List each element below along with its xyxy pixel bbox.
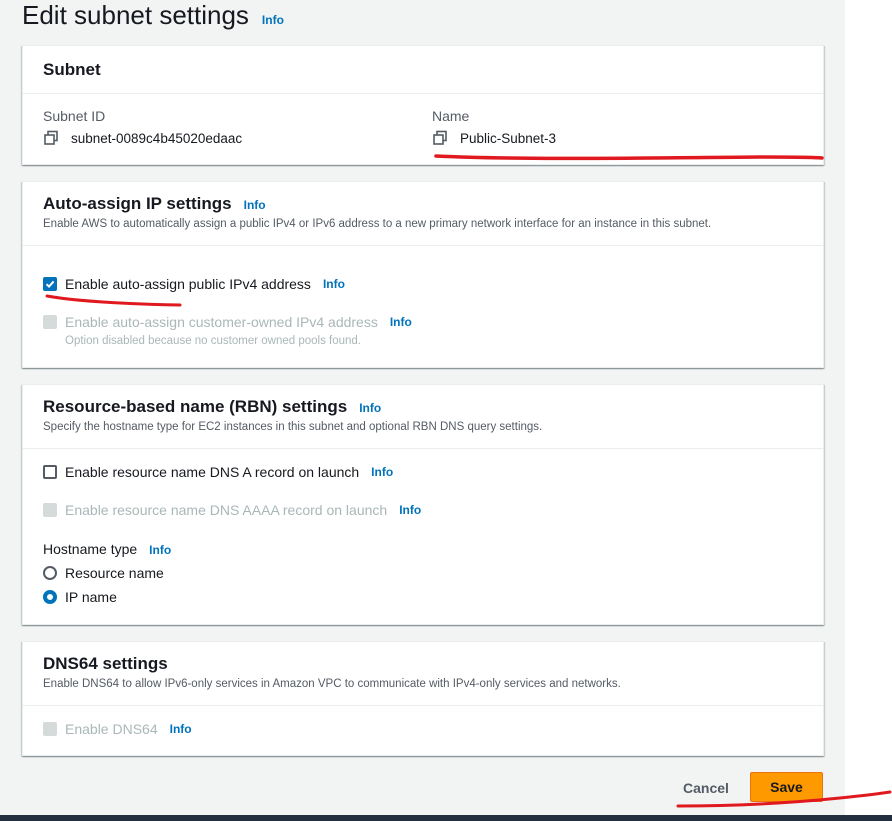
rbn-panel: Resource-based name (RBN) settings Info …: [22, 384, 824, 625]
dns-aaaa-record-option: Enable resource name DNS AAAA record on …: [43, 502, 421, 518]
rbn-title-row: Resource-based name (RBN) settings Info: [43, 397, 803, 417]
dns64-description: Enable DNS64 to allow IPv6-only services…: [43, 678, 621, 690]
subnet-id-value: subnet-0089c4b45020edaac: [71, 130, 243, 146]
hostname-resource-name-radio[interactable]: [43, 566, 57, 580]
hostname-resource-name-label: Resource name: [65, 565, 164, 581]
hostname-type-info-link[interactable]: Info: [149, 543, 171, 557]
checkmark-icon: [45, 280, 55, 289]
subnet-panel-body: Subnet ID subnet-0089c4b45020edaac Name …: [23, 94, 823, 164]
enable-dns64-label: Enable DNS64: [65, 721, 158, 737]
subnet-id-value-row: subnet-0089c4b45020edaac: [43, 130, 242, 146]
rbn-info-link[interactable]: Info: [359, 401, 381, 415]
auto-assign-ipv4-info-link[interactable]: Info: [323, 277, 345, 291]
auto-assign-panel-body: Enable auto-assign public IPv4 address I…: [23, 246, 823, 368]
subnet-panel-title: Subnet: [43, 59, 101, 79]
hostname-ip-name-radio[interactable]: [43, 590, 57, 604]
save-button[interactable]: Save: [750, 772, 823, 802]
subnet-panel: Subnet Subnet ID subnet-0089c4b45020edaa…: [22, 45, 824, 165]
rbn-panel-body: Enable resource name DNS A record on lau…: [23, 449, 823, 625]
page-gutter: [845, 0, 892, 821]
copy-icon[interactable]: [432, 130, 448, 146]
enable-dns64-option: Enable DNS64 Info: [43, 721, 192, 737]
bottom-bar: [0, 815, 892, 821]
customer-owned-ipv4-checkbox: [43, 315, 57, 329]
enable-dns64-checkbox: [43, 722, 57, 736]
dns64-panel-title: DNS64 settings: [43, 654, 168, 673]
hostname-ip-name-option[interactable]: IP name: [43, 589, 117, 605]
subnet-panel-header: Subnet: [23, 46, 823, 94]
auto-assign-panel: Auto-assign IP settings Info Enable AWS …: [22, 181, 824, 368]
dns64-panel-header: DNS64 settings Enable DNS64 to allow IPv…: [23, 642, 823, 706]
cancel-button[interactable]: Cancel: [668, 774, 744, 802]
dns-a-record-label: Enable resource name DNS A record on lau…: [65, 464, 360, 480]
dns-a-record-info-link[interactable]: Info: [371, 465, 393, 479]
dns-aaaa-record-info-link[interactable]: Info: [399, 503, 421, 517]
auto-assign-title-row: Auto-assign IP settings Info: [43, 194, 803, 214]
auto-assign-ipv4-checkbox[interactable]: [43, 277, 57, 291]
auto-assign-ipv4-label: Enable auto-assign public IPv4 address: [65, 276, 311, 292]
auto-assign-panel-header: Auto-assign IP settings Info Enable AWS …: [23, 182, 823, 246]
customer-owned-info-link[interactable]: Info: [390, 315, 412, 329]
dns64-panel: DNS64 settings Enable DNS64 to allow IPv…: [22, 641, 824, 756]
copy-icon[interactable]: [43, 130, 59, 146]
auto-assign-ipv4-option[interactable]: Enable auto-assign public IPv4 address I…: [43, 276, 345, 292]
dns-aaaa-record-checkbox: [43, 503, 57, 517]
subnet-name-label: Name: [432, 108, 470, 124]
dns-a-record-checkbox[interactable]: [43, 465, 57, 479]
rbn-panel-header: Resource-based name (RBN) settings Info …: [23, 385, 823, 449]
subnet-name-value-row: Public-Subnet-3: [432, 130, 556, 146]
dns64-panel-body: Enable DNS64 Info: [23, 706, 823, 756]
dns-a-record-option[interactable]: Enable resource name DNS A record on lau…: [43, 464, 393, 480]
auto-assign-info-link[interactable]: Info: [244, 198, 266, 212]
enable-dns64-info-link[interactable]: Info: [170, 722, 192, 736]
customer-owned-disabled-note: Option disabled because no customer owne…: [65, 335, 362, 347]
dns-aaaa-record-label: Enable resource name DNS AAAA record on …: [65, 502, 388, 518]
hostname-ip-name-label: IP name: [65, 589, 117, 605]
hostname-type-label: Hostname type: [43, 541, 138, 557]
rbn-description: Specify the hostname type for EC2 instan…: [43, 421, 543, 433]
auto-assign-panel-title: Auto-assign IP settings: [43, 194, 232, 213]
page-info-link[interactable]: Info: [262, 13, 284, 27]
customer-owned-ipv4-label: Enable auto-assign customer-owned IPv4 a…: [65, 314, 378, 330]
page-title: Edit subnet settings: [22, 0, 249, 30]
hostname-resource-name-option[interactable]: Resource name: [43, 565, 164, 581]
customer-owned-ipv4-option: Enable auto-assign customer-owned IPv4 a…: [43, 314, 412, 330]
subnet-name-value: Public-Subnet-3: [460, 130, 557, 146]
auto-assign-description: Enable AWS to automatically assign a pub…: [43, 218, 712, 230]
subnet-name-field: Name Public-Subnet-3: [432, 108, 556, 146]
page-header: Edit subnet settings Info: [22, 0, 284, 40]
subnet-id-field: Subnet ID subnet-0089c4b45020edaac: [43, 108, 242, 146]
subnet-id-label: Subnet ID: [43, 108, 106, 124]
rbn-panel-title: Resource-based name (RBN) settings: [43, 397, 348, 416]
hostname-type-label-row: Hostname type Info: [43, 541, 171, 557]
